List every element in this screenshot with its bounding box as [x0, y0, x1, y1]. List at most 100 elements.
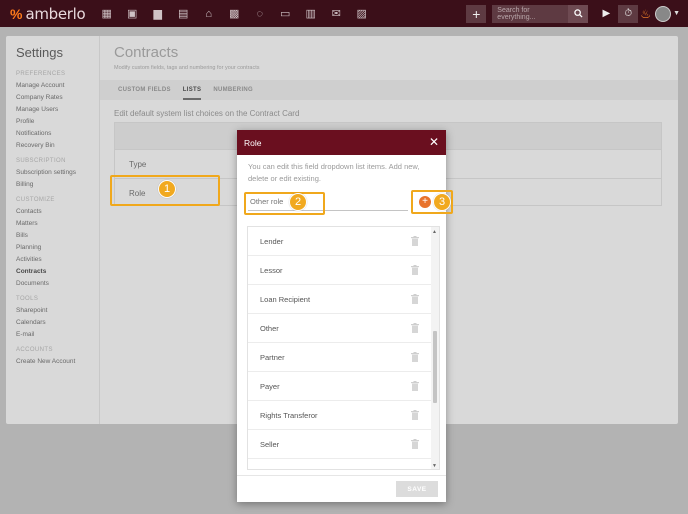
- callout-badge-3: 3: [433, 193, 451, 211]
- tab-custom-fields[interactable]: CUSTOM FIELDS: [118, 80, 171, 100]
- list-item[interactable]: Partner: [248, 343, 431, 372]
- sidebar-item-e-mail[interactable]: E-mail: [16, 329, 100, 341]
- sidebar-item-manage-users[interactable]: Manage Users: [16, 104, 100, 116]
- list-item-label: Other: [260, 323, 279, 333]
- sidebar-item-notifications[interactable]: Notifications: [16, 128, 100, 140]
- brand-logo[interactable]: % amberlo: [10, 5, 90, 23]
- list-item-label: Lender: [260, 236, 284, 246]
- search-icon: [574, 9, 583, 18]
- stopwatch-icon: ⏱: [624, 8, 633, 19]
- sidebar-section-label: ACCOUNTS: [16, 347, 53, 353]
- modal-title: Role: [244, 137, 262, 148]
- document-icon[interactable]: ▤: [171, 0, 197, 27]
- file-icon[interactable]: ▥: [298, 0, 324, 27]
- list-item[interactable]: Loan Recipient: [248, 285, 431, 314]
- save-button[interactable]: SAVE: [396, 481, 438, 497]
- list-item[interactable]: Other: [248, 314, 431, 343]
- sidebar-item-billing[interactable]: Billing: [16, 179, 100, 191]
- list-item[interactable]: Lender: [248, 227, 431, 256]
- app-nav-icons: ▦ ▣ ▆ ▤ ⌂ ▩ ◌ ▭ ▥ ✉ ▨: [94, 0, 375, 27]
- chat-icon[interactable]: ◌: [247, 0, 273, 27]
- brand-name: amberlo: [25, 4, 86, 23]
- sidebar-item-subscription-settings[interactable]: Subscription settings: [16, 167, 100, 179]
- dashboard-icon[interactable]: ▦: [94, 0, 120, 27]
- image-icon[interactable]: ▨: [349, 0, 375, 27]
- list-item[interactable]: Lessor: [248, 256, 431, 285]
- settings-sidebar: Settings PREFERENCES Manage Account Compan…: [6, 36, 100, 424]
- sidebar-item-bills[interactable]: Bills: [16, 230, 100, 242]
- bank-icon[interactable]: ⌂: [196, 0, 222, 27]
- sidebar-item-manage-account[interactable]: Manage Account: [16, 80, 100, 92]
- sidebar-section-label: TOOLS: [16, 296, 39, 302]
- mail-icon[interactable]: ✉: [324, 0, 350, 27]
- list-item-label: Payer: [260, 381, 280, 391]
- search-button[interactable]: [568, 4, 589, 23]
- sidebar-section-label: CUSTOMIZE: [16, 197, 55, 203]
- trash-icon[interactable]: [411, 381, 419, 391]
- sidebar-item-create-new-account[interactable]: Create New Account: [16, 356, 100, 368]
- play-timer-button[interactable]: ▶: [596, 5, 616, 23]
- list-item-label: Seller: [260, 439, 280, 449]
- play-icon: ▶: [602, 8, 611, 19]
- calendar-icon[interactable]: ▩: [222, 0, 248, 27]
- chevron-down-icon[interactable]: ▼: [673, 10, 680, 17]
- modal-header: Role ✕: [237, 130, 446, 155]
- close-icon[interactable]: ✕: [429, 135, 439, 149]
- lists-description: Edit default system list choices on the …: [114, 109, 300, 118]
- sidebar-item-matters[interactable]: Matters: [16, 218, 100, 230]
- list-item[interactable]: Rights Transferor: [248, 401, 431, 430]
- list-scrollbar[interactable]: ▲ ▼: [431, 227, 439, 469]
- scroll-up-icon[interactable]: ▲: [432, 229, 437, 235]
- list-item-label: Rights Transferor: [260, 410, 318, 420]
- sidebar-item-company-rates[interactable]: Company Rates: [16, 92, 100, 104]
- trash-icon[interactable]: [411, 265, 419, 275]
- stopwatch-button[interactable]: ⏱: [618, 4, 639, 23]
- callout-box-role-input: [244, 192, 325, 215]
- contacts-icon[interactable]: ▣: [120, 0, 146, 27]
- amberlo-logo-icon: %: [10, 5, 23, 22]
- sidebar-item-contacts[interactable]: Contacts: [16, 206, 100, 218]
- top-navigation-bar: % amberlo ▦ ▣ ▆ ▤ ⌂ ▩ ◌ ▭ ▥ ✉ ▨ + Search for every…: [0, 0, 688, 27]
- sidebar-list: PREFERENCES Manage Account Company Rates Ma…: [16, 68, 100, 371]
- trash-icon[interactable]: [411, 439, 419, 449]
- sidebar-title: Settings: [16, 45, 63, 60]
- briefcase-icon[interactable]: ▆: [145, 0, 171, 27]
- sidebar-item-recovery-bin[interactable]: Recovery Bin: [16, 140, 100, 152]
- sidebar-section-label: SUBSCRIPTION: [16, 158, 66, 164]
- tab-numbering[interactable]: NUMBERING: [213, 80, 253, 100]
- callout-badge-1: 1: [158, 180, 176, 198]
- list-item-label: Partner: [260, 352, 285, 362]
- role-items-list[interactable]: Seller Rights Transferor Payer Partner Other…: [247, 226, 440, 470]
- folder-icon[interactable]: ▭: [273, 0, 299, 27]
- tab-bar: CUSTOM FIELDS LISTS NUMBERING: [100, 80, 678, 100]
- scroll-down-icon[interactable]: ▼: [432, 463, 437, 469]
- sidebar-item-sharepoint[interactable]: Sharepoint: [16, 305, 100, 317]
- scrollbar-thumb[interactable]: [433, 331, 437, 403]
- quick-add-button[interactable]: +: [466, 4, 487, 23]
- top-right-controls: + Search for everything... ▶ ⏱ ♨ ▼: [466, 0, 688, 27]
- page-title: Contracts: [114, 44, 179, 61]
- user-avatar[interactable]: [655, 5, 672, 22]
- sidebar-item-contracts[interactable]: Contracts: [16, 266, 100, 278]
- list-item-label: Lessor: [260, 265, 283, 275]
- notifications-fire-icon[interactable]: ♨: [640, 7, 651, 21]
- sidebar-item-activities[interactable]: Activities: [16, 254, 100, 266]
- sidebar-item-documents[interactable]: Documents: [16, 278, 100, 290]
- list-item[interactable]: Payer: [248, 372, 431, 401]
- list-item[interactable]: Seller: [248, 430, 431, 459]
- modal-footer: SAVE: [237, 475, 446, 502]
- sidebar-item-calendars[interactable]: Calendars: [16, 317, 100, 329]
- trash-icon[interactable]: [411, 352, 419, 362]
- trash-icon[interactable]: [411, 323, 419, 333]
- trash-icon[interactable]: [411, 236, 419, 246]
- trash-icon[interactable]: [411, 410, 419, 420]
- list-item-label: Loan Recipient: [260, 294, 311, 304]
- tab-lists[interactable]: LISTS: [182, 80, 202, 100]
- global-search-input[interactable]: Search for everything...: [492, 4, 569, 23]
- trash-icon[interactable]: [411, 294, 419, 304]
- page-subtitle: Modify custom fields, tags and numbering…: [114, 65, 260, 71]
- modal-help-text: You can edit this field dropdown list it…: [248, 162, 420, 183]
- callout-badge-2: 2: [289, 193, 307, 211]
- sidebar-item-planning[interactable]: Planning: [16, 242, 100, 254]
- sidebar-item-profile[interactable]: Profile: [16, 116, 100, 128]
